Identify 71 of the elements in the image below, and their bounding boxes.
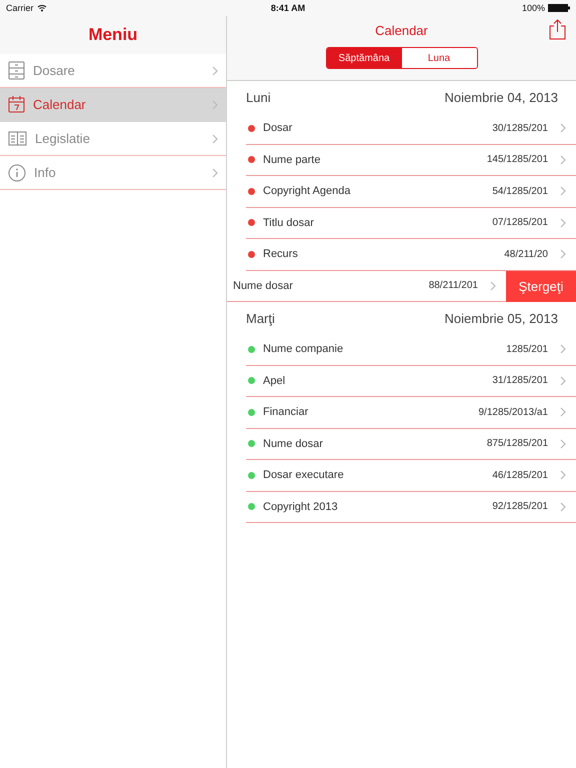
sidebar-title: Meniu [88, 25, 138, 45]
calendar-entry-row[interactable]: Copyright 2013 92/1285/201 [246, 492, 576, 523]
entry-number: 07/1285/201 [492, 217, 548, 228]
chevron-icon [560, 123, 566, 134]
chevron-icon [560, 502, 566, 512]
segment-tab[interactable]: Săptămâna [326, 48, 402, 68]
calendar-entry-row[interactable]: Dosar executare 46/1285/201 [246, 460, 576, 492]
entry-number: 88/211/201 [428, 280, 478, 292]
entry-number: 31/1285/201 [492, 375, 548, 386]
entry-name: Nume companie [263, 343, 344, 356]
chevron-icon [560, 154, 566, 165]
chevron-icon [560, 186, 566, 196]
entry-name: Recurs [263, 248, 299, 260]
chevron-icon [490, 280, 496, 291]
date-label: Noiembrie 04, 2013 [444, 90, 558, 104]
delete-button[interactable]: Ştergeţi [506, 270, 576, 302]
chevron-icon [560, 407, 566, 418]
carrier-label: Carrier [6, 3, 34, 13]
entry-name: Dosar [263, 122, 294, 134]
entry-number: 92/1285/201 [492, 501, 548, 512]
calendar-icon [8, 96, 25, 113]
entry-number: 30/1285/201 [492, 122, 548, 134]
entry-name: Copyright 2013 [263, 500, 339, 513]
chevron-icon [212, 100, 218, 110]
segment-tab[interactable]: Luna [402, 48, 476, 68]
calendar-entry-row[interactable]: Nume parte 145/1285/201 [246, 144, 576, 176]
day-label: Marţi [246, 310, 275, 326]
share-button[interactable] [549, 19, 566, 40]
chevron-icon [560, 376, 566, 386]
entry-name: Titlu dosar [263, 216, 315, 229]
calendar-entry-row[interactable]: Nume dosar 88/211/201 [227, 270, 506, 302]
entry-number: 46/1285/201 [492, 470, 548, 481]
book-icon [8, 131, 27, 146]
entry-number: 54/1285/201 [492, 186, 548, 197]
calendar-entry-row[interactable]: Recurs 48/211/20 [246, 239, 576, 270]
entry-number: 1285/201 [506, 344, 548, 355]
date-label: Noiembrie 05, 2013 [444, 310, 558, 326]
entry-number: 9/1285/2013/a1 [478, 406, 548, 418]
chevron-icon [560, 470, 566, 480]
entry-number: 48/211/20 [504, 248, 548, 260]
calendar-entry-row[interactable]: Dosar 30/1285/201 [246, 113, 576, 144]
chevron-icon [212, 66, 218, 76]
chevron-icon [212, 134, 218, 144]
day-label: Luni [246, 90, 271, 104]
calendar-entry-row[interactable]: Titlu dosar 07/1285/201 [246, 208, 576, 239]
calendar-entry-row[interactable]: Nume dosar 875/1285/201 [246, 428, 576, 460]
entry-name: Nume dosar [233, 280, 294, 292]
entry-name: Financiar [263, 406, 310, 418]
battery-label: 100% [522, 3, 545, 13]
entry-number: 875/1285/201 [486, 438, 548, 450]
calendar-entry-row[interactable]: Apel 31/1285/201 [246, 366, 576, 397]
info-icon [8, 164, 26, 182]
entry-name: Copyright Agenda [263, 185, 352, 198]
chevron-icon [560, 218, 566, 228]
entry-name: Nume dosar [263, 438, 324, 450]
entry-name: Apel [263, 374, 286, 387]
entry-name: Dosar executare [263, 469, 345, 482]
entry-number: 145/1285/201 [486, 154, 548, 166]
battery-icon [548, 4, 570, 12]
chevron-icon [560, 249, 566, 260]
entry-name: Nume parte [263, 154, 322, 166]
chevron-icon [212, 168, 218, 178]
screen-title: Calendar [375, 23, 428, 38]
calendar-entry-row[interactable]: Nume companie 1285/201 [246, 334, 576, 366]
chevron-icon [560, 344, 566, 354]
cabinet-icon [8, 61, 25, 80]
wifi-icon [36, 4, 47, 12]
calendar-entry-row[interactable]: Copyright Agenda 54/1285/201 [246, 176, 576, 208]
calendar-entry-row[interactable]: Financiar 9/1285/2013/a1 [246, 397, 576, 428]
status-time: 8:41 AM [270, 3, 306, 13]
chevron-icon [560, 438, 566, 449]
